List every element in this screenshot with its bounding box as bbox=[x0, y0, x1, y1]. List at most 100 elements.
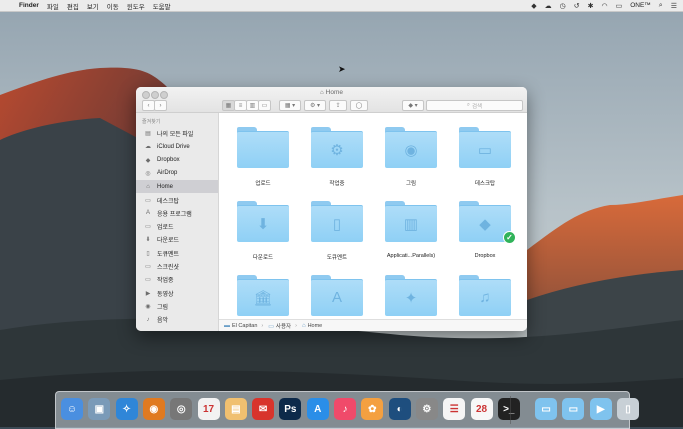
folder-item[interactable]: 🏛 bbox=[237, 275, 289, 319]
sidebar-item[interactable]: ⬇ 다운로드 bbox=[136, 233, 218, 246]
sidebar-item[interactable]: ⌂ Home bbox=[136, 180, 218, 194]
folder-item[interactable]: A bbox=[311, 275, 363, 319]
sidebar-item[interactable]: ▭ 스크린샷 bbox=[136, 260, 218, 273]
history-icon[interactable]: ↺ bbox=[574, 2, 580, 10]
menu-edit[interactable]: 편집 bbox=[67, 1, 79, 11]
menu-app-finder[interactable]: Finder bbox=[19, 2, 39, 9]
search-icon[interactable]: ⌕ bbox=[659, 2, 663, 10]
sidebar-item-label: 동영상 bbox=[157, 291, 174, 298]
dock-notes-icon[interactable]: ▤ bbox=[224, 398, 247, 420]
stack-icon: ▥ bbox=[403, 216, 419, 233]
folder-item[interactable]: ✦ bbox=[385, 275, 437, 319]
folder-label[interactable]: 도큐멘트 bbox=[302, 253, 372, 261]
bluetooth-icon[interactable]: ✱ bbox=[588, 2, 594, 10]
dock-calendar-small-icon[interactable]: 17 bbox=[197, 398, 220, 420]
dock-itunes-icon[interactable]: ♪ bbox=[334, 398, 356, 420]
camera-icon: ◉ bbox=[404, 142, 418, 159]
dock-separator bbox=[510, 396, 511, 424]
battery-icon[interactable]: ▭ bbox=[616, 2, 623, 10]
action-button[interactable]: ⚙ ▾ bbox=[304, 100, 326, 111]
folder-item[interactable]: ⬇ bbox=[237, 201, 289, 245]
menu-file[interactable]: 파일 bbox=[47, 1, 59, 11]
folder-item[interactable]: ◆ ✓ bbox=[459, 201, 516, 245]
folder-item[interactable]: ▭ bbox=[459, 127, 511, 171]
sidebar-item[interactable]: ▶ 동영상 bbox=[136, 287, 218, 300]
wifi-icon[interactable]: ◠ bbox=[601, 2, 607, 10]
dock-calendar-icon[interactable]: 28 bbox=[470, 398, 493, 420]
dock-system-preferences-icon[interactable]: ⚙ bbox=[415, 398, 438, 420]
folder-label[interactable]: 작업중 bbox=[302, 179, 372, 187]
status-area: ◆ ☁ ◷ ↺ ✱ ◠ ▭ ONE™ ⌕ ☰ bbox=[531, 2, 677, 10]
sidebar-item[interactable]: ♪ 음악 bbox=[136, 313, 218, 326]
dock-documents-stack-icon[interactable]: ▭ bbox=[562, 398, 585, 420]
search-input[interactable]: ⌕ 검색 bbox=[426, 100, 523, 111]
path-item-disk[interactable]: ▬ El Capitan bbox=[224, 323, 257, 329]
dock: ☺ ▣ ✧ ◉ ◎ 17 ▤ ✉ Ps A ♪ ✿ ◐ ⚙ ☰ 28 >_ ▭ ▭ ▶ ▯ bbox=[55, 391, 639, 429]
sidebar-item[interactable]: ◎ AirDrop bbox=[136, 167, 218, 180]
sidebar-item[interactable]: ▯ 도큐멘트 bbox=[136, 247, 218, 260]
tags-button[interactable]: ◯ bbox=[350, 100, 368, 111]
title-bar: ⌂ Home ‹ › ▦ ≡ ▥ ▭ ▦ ▾ ⚙ ▾ ⇪ ◯ ◆ ▾ ⌕ 검색 bbox=[136, 87, 527, 113]
window-icon: ▭ bbox=[477, 142, 493, 159]
dropbox-icon[interactable]: ◆ bbox=[531, 2, 536, 10]
dock-photoshop-icon[interactable]: Ps bbox=[279, 398, 302, 420]
sidebar-item[interactable]: A 응용 프로그램 bbox=[136, 207, 218, 220]
dock-app-store-icon[interactable]: A bbox=[306, 398, 329, 420]
folder-item[interactable]: ▯ bbox=[311, 201, 363, 245]
sidebar-item[interactable]: ▭ 작업중 bbox=[136, 273, 218, 286]
path-item-users[interactable]: ▭ 사용자 bbox=[268, 322, 291, 331]
dock-apps-stack-icon[interactable]: ▶ bbox=[589, 398, 612, 420]
folder-label[interactable]: 그림 bbox=[376, 179, 446, 187]
document-icon: ▯ bbox=[332, 216, 342, 233]
folder-item[interactable]: ♫ bbox=[459, 275, 511, 319]
dock-trash-icon[interactable]: ▯ bbox=[617, 398, 639, 420]
dropbox-icon: ◆ bbox=[479, 216, 491, 233]
dropbox-menu-button[interactable]: ◆ ▾ bbox=[402, 100, 424, 111]
dock-safari-icon[interactable]: ✧ bbox=[115, 398, 138, 420]
folder-label[interactable]: 업로드 bbox=[228, 179, 298, 187]
sidebar-item-label: 음악 bbox=[157, 318, 169, 325]
dock-downloads-stack-icon[interactable]: ▭ bbox=[535, 398, 558, 420]
menu-view[interactable]: 보기 bbox=[87, 1, 99, 11]
sidebar-item[interactable]: ▭ 데스크탑 bbox=[136, 194, 218, 207]
sidebar-item[interactable]: ▭ 업로드 bbox=[136, 220, 218, 233]
dock-preview-icon[interactable]: ▣ bbox=[88, 398, 111, 420]
dock-finder-icon[interactable]: ☺ bbox=[61, 398, 83, 420]
folder-item[interactable]: ⚙ bbox=[311, 127, 363, 171]
menu-window[interactable]: 윈도우 bbox=[127, 1, 145, 11]
menu-go[interactable]: 이동 bbox=[107, 1, 119, 11]
dock-screaming-icon[interactable]: ◉ bbox=[142, 398, 165, 420]
music-icon: ♪ bbox=[146, 316, 150, 323]
folder-label[interactable]: 데스크탑 bbox=[450, 179, 520, 187]
folder-label[interactable]: 다운로드 bbox=[228, 253, 298, 261]
sidebar-item-label: 도큐멘트 bbox=[157, 251, 180, 258]
notification-center-icon[interactable]: ☰ bbox=[671, 2, 677, 10]
sidebar-item[interactable]: ☁ iCloud Drive bbox=[136, 140, 218, 153]
forward-button[interactable]: › bbox=[154, 100, 167, 111]
menu-help[interactable]: 도움말 bbox=[153, 1, 171, 11]
folder-item[interactable]: ▥ bbox=[385, 201, 437, 245]
dock-quicktime-icon[interactable]: ◐ bbox=[388, 398, 411, 420]
path-item-home[interactable]: ⌂ Home bbox=[302, 323, 322, 329]
dock-scanner-icon[interactable]: ◎ bbox=[170, 398, 193, 420]
cloud-icon[interactable]: ☁ bbox=[545, 2, 552, 10]
arrange-button[interactable]: ▦ ▾ bbox=[279, 100, 301, 111]
sidebar-item-label: iCloud Drive bbox=[157, 143, 190, 150]
folder-label[interactable]: Dropbox bbox=[450, 253, 520, 259]
dock-airmail-icon[interactable]: ✉ bbox=[252, 398, 275, 420]
cover-flow-button[interactable]: ▭ bbox=[258, 100, 271, 111]
sidebar-item[interactable]: ▤ 나의 모든 파일 bbox=[136, 127, 218, 140]
sync-check-icon: ✓ bbox=[503, 231, 516, 244]
folder-item[interactable]: ◉ bbox=[385, 127, 437, 171]
folder-item[interactable] bbox=[237, 127, 289, 171]
sidebar-item[interactable]: ◆ Dropbox bbox=[136, 154, 218, 167]
disk-icon: ▬ bbox=[224, 323, 230, 329]
dock-photos-icon[interactable]: ✿ bbox=[361, 398, 384, 420]
dock-reminders-icon[interactable]: ☰ bbox=[443, 398, 466, 420]
dock-terminal-icon[interactable]: >_ bbox=[497, 398, 520, 420]
sidebar-item[interactable]: ◉ 그림 bbox=[136, 300, 218, 313]
time-machine-icon[interactable]: ◷ bbox=[560, 2, 566, 10]
folder-label[interactable]: Applicati...Parallels) bbox=[376, 253, 446, 259]
share-button[interactable]: ⇪ bbox=[329, 100, 347, 111]
user-name[interactable]: ONE™ bbox=[630, 2, 651, 9]
